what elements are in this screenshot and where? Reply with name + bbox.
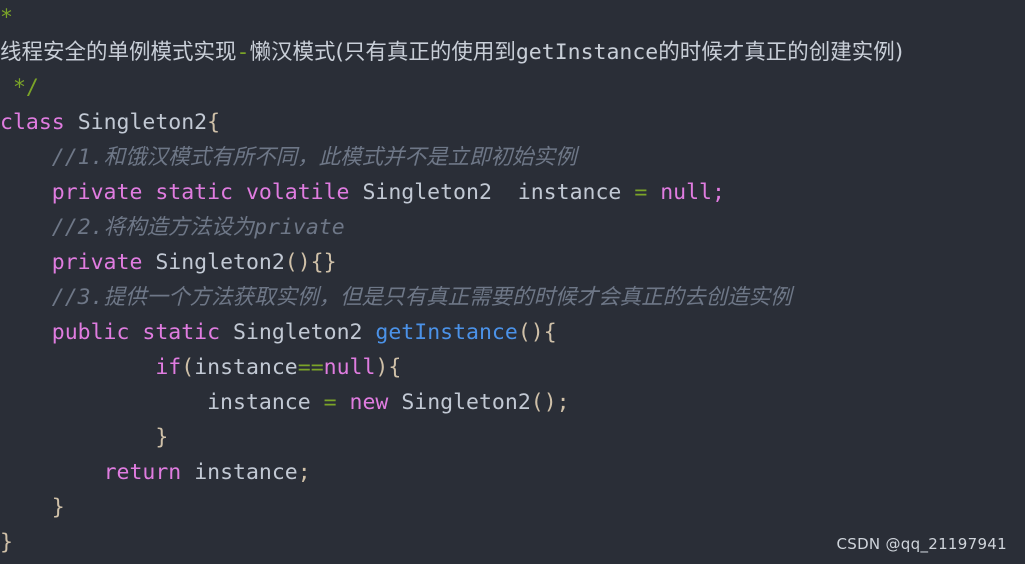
code-token-ident: instance [194,355,298,380]
code-token-type: Singleton2 [155,250,285,275]
code-block[interactable]: * 线程安全的单例模式实现-懒汉模式(只有真正的使用到getInstance的时候… [0,0,1025,560]
code-token-type: Singleton2 [362,180,492,205]
code-line[interactable]: class Singleton2{ [0,105,1025,140]
code-token-keyword: public static [51,320,221,345]
code-token-comment: //2. [51,215,104,240]
code-token-ident: instance [194,460,298,485]
code-token-comment: //1. [51,145,104,170]
code-token-keyword: new [349,390,389,415]
code-token-operator: = [323,390,337,415]
code-token-type: Singleton2 [233,320,363,345]
code-line[interactable]: return instance; [0,455,1025,490]
code-token-punct: (); [530,390,570,415]
code-token-ident: instance [207,390,311,415]
code-line[interactable]: } [0,490,1025,525]
code-token-doc-text: getInstance [515,40,659,65]
code-line[interactable]: //1.和饿汉模式有所不同，此模式并不是立即初始实例 [0,140,1025,175]
code-line[interactable]: public static Singleton2 getInstance(){ [0,315,1025,350]
code-token-keyword: null [660,180,712,205]
code-token-punct: } [51,495,65,520]
code-token-punct: (){} [284,250,337,275]
code-line[interactable]: private static volatile Singleton2 insta… [0,175,1025,210]
code-token-keyword: if [155,355,182,380]
code-token-punct: (){ [517,320,557,345]
code-token-operator: == [297,355,324,380]
code-token-doc-text-cjk: 懒汉模式(只有真正的使用到 [249,40,516,65]
code-token-comment: //3. [51,285,104,310]
code-token-type: Singleton2 [77,110,208,135]
code-line[interactable]: */ [0,70,1025,105]
code-line[interactable]: * [0,0,1025,35]
code-line[interactable]: } [0,420,1025,455]
code-token-operator: = [634,180,648,205]
code-token-punct: ( [181,355,195,380]
code-line[interactable]: //3.提供一个方法获取实例，但是只有真正需要的时候才会真正的去创造实例 [0,280,1025,315]
code-token-func: getInstance [375,320,518,345]
code-token-punct: ; [297,460,311,485]
code-line[interactable]: //2.将构造方法设为private [0,210,1025,245]
code-token-keyword: ; [712,180,725,205]
code-token-ident: instance [517,180,622,205]
code-editor-surface: * 线程安全的单例模式实现-懒汉模式(只有真正的使用到getInstance的时候… [0,0,1025,564]
code-token-comment-cjk: 和饿汉模式有所不同，此模式并不是立即初始实例 [103,145,577,170]
code-line[interactable]: 线程安全的单例模式实现-懒汉模式(只有真正的使用到getInstance的时候才… [0,35,1025,70]
code-token-punct: } [0,530,13,555]
code-token-comment: private [254,215,345,240]
code-token-comment-cjk: 将构造方法设为 [103,215,255,240]
csdn-watermark: CSDN @qq_21197941 [836,535,1007,553]
code-token-block-comment: */ [12,75,39,100]
code-token-block-comment: * [0,5,13,30]
code-token-doc-text-cjk: 线程安全的单例模式实现 [0,40,237,65]
code-token-comment-cjk: 提供一个方法获取实例，但是只有真正需要的时候才会真正的去创造实例 [103,285,792,310]
code-token-punct: ){ [375,355,402,380]
code-token-keyword: private [51,250,143,275]
code-token-keyword: class [0,110,65,135]
code-token-type: Singleton2 [401,390,531,415]
code-token-keyword: private static volatile [51,180,350,205]
code-line[interactable]: instance = new Singleton2(); [0,385,1025,420]
code-token-punct: } [155,425,169,450]
code-token-doc-text-cjk: 的时候才真正的创建实例) [658,40,904,65]
code-line[interactable]: if(instance==null){ [0,350,1025,385]
code-token-keyword: null [323,355,376,380]
code-token-operator: - [236,40,250,65]
code-line[interactable]: private Singleton2(){} [0,245,1025,280]
code-token-punct: { [207,110,221,135]
code-token-keyword: return [103,460,182,485]
